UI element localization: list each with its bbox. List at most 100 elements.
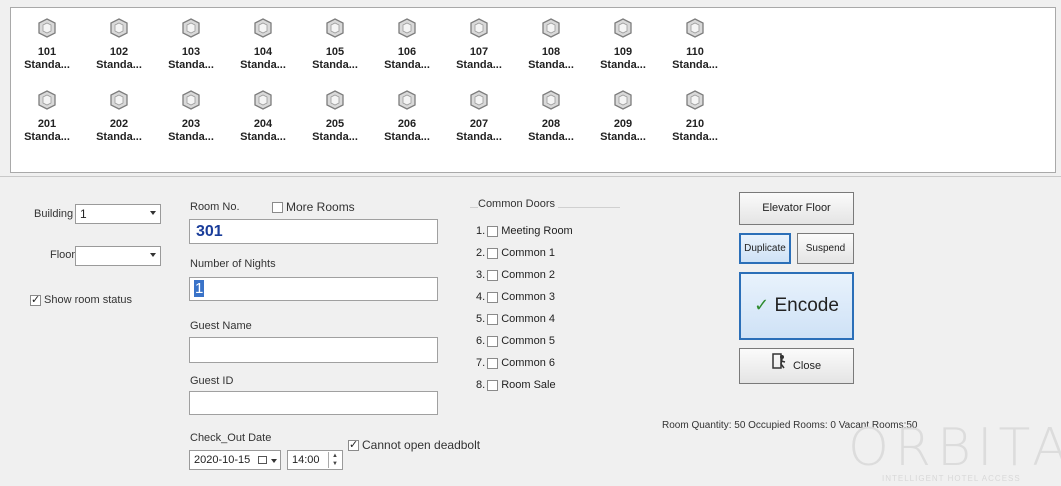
more-rooms-label: More Rooms — [286, 200, 355, 214]
guest-id-input[interactable] — [189, 391, 438, 415]
checkout-time-spinner[interactable]: 14:00 ▲ ▼ — [287, 450, 343, 470]
room-type: Standa... — [672, 59, 718, 71]
encode-label: Encode — [774, 295, 839, 316]
room-number: 205 — [325, 118, 345, 130]
room-no-value: 301 — [196, 223, 223, 240]
room-tile[interactable]: 104 Standa... — [227, 6, 299, 78]
common-door-checkbox[interactable] — [487, 291, 499, 303]
door-icon — [541, 18, 561, 38]
room-tile[interactable]: 210 Standa... — [659, 78, 731, 150]
building-select[interactable]: 1 — [75, 204, 161, 224]
common-door-index: 2. — [476, 247, 486, 259]
common-door-checkbox[interactable] — [487, 225, 499, 237]
room-tile[interactable]: 102 Standa... — [83, 6, 155, 78]
close-button[interactable]: Close — [739, 348, 854, 384]
common-door-index: 1. — [476, 225, 486, 237]
door-icon — [37, 90, 57, 110]
nights-value: 1 — [194, 280, 205, 297]
checkout-date-picker[interactable]: 2020-10-15 — [189, 450, 281, 470]
door-icon — [685, 18, 705, 38]
more-rooms-option[interactable]: More Rooms — [272, 200, 355, 214]
room-tile[interactable]: 206 Standa... — [371, 78, 443, 150]
room-tile[interactable]: 105 Standa... — [299, 6, 371, 78]
door-icon — [325, 90, 345, 110]
show-status-checkbox[interactable] — [30, 293, 41, 306]
room-tile[interactable]: 106 Standa... — [371, 6, 443, 78]
encode-button[interactable]: ✓ Encode — [739, 272, 854, 340]
room-number: 101 — [37, 46, 57, 58]
common-door-option[interactable]: 7. Common 6 — [476, 357, 555, 369]
room-no-input[interactable]: 301 — [189, 219, 438, 244]
suspend-button[interactable]: Suspend — [797, 233, 854, 264]
checkout-time-value: 14:00 — [292, 454, 320, 466]
chevron-down-icon — [271, 459, 277, 463]
room-type: Standa... — [312, 131, 358, 143]
room-type: Standa... — [96, 59, 142, 71]
exit-door-icon — [772, 349, 786, 383]
floor-select[interactable] — [75, 246, 161, 266]
room-tile[interactable]: 110 Standa... — [659, 6, 731, 78]
room-tile[interactable]: 103 Standa... — [155, 6, 227, 78]
guest-name-label: Guest Name — [190, 320, 252, 332]
room-number: 110 — [686, 46, 704, 58]
spinner-arrows-icon[interactable]: ▲ ▼ — [328, 452, 341, 468]
room-tile[interactable]: 203 Standa... — [155, 78, 227, 150]
common-door-option[interactable]: 4. Common 3 — [476, 291, 555, 303]
room-number: 104 — [253, 46, 273, 58]
common-door-label: Common 5 — [501, 335, 555, 347]
common-door-option[interactable]: 6. Common 5 — [476, 335, 555, 347]
room-tile[interactable]: 201 Standa... — [11, 78, 83, 150]
room-tile[interactable]: 108 Standa... — [515, 6, 587, 78]
common-door-label: Meeting Room — [501, 225, 573, 237]
common-door-label: Room Sale — [501, 379, 556, 391]
room-grid: 101 Standa... 102 Standa... 103 Standa... 104 S… — [10, 7, 1056, 173]
door-icon — [37, 18, 57, 38]
elevator-floor-button[interactable]: Elevator Floor — [739, 192, 854, 225]
room-type: Standa... — [240, 59, 286, 71]
guest-name-input[interactable] — [189, 337, 438, 363]
common-door-checkbox[interactable] — [487, 313, 499, 325]
common-door-checkbox[interactable] — [487, 269, 499, 281]
common-door-option[interactable]: 2. Common 1 — [476, 247, 555, 259]
duplicate-button[interactable]: Duplicate — [739, 233, 791, 264]
elevator-floor-label: Elevator Floor — [762, 202, 831, 214]
door-icon — [109, 90, 129, 110]
more-rooms-checkbox[interactable] — [272, 202, 283, 214]
common-door-checkbox[interactable] — [487, 357, 499, 369]
common-door-index: 4. — [476, 291, 486, 303]
room-type: Standa... — [240, 131, 286, 143]
common-door-label: Common 4 — [501, 313, 555, 325]
room-number: 108 — [541, 46, 561, 58]
room-number: 204 — [253, 118, 273, 130]
room-tile[interactable]: 205 Standa... — [299, 78, 371, 150]
room-type: Standa... — [96, 131, 142, 143]
common-door-checkbox[interactable] — [487, 247, 499, 259]
common-door-label: Common 3 — [501, 291, 555, 303]
nights-input[interactable]: 1 — [189, 277, 438, 301]
common-door-option[interactable]: 8. Room Sale — [476, 379, 556, 391]
common-door-checkbox[interactable] — [487, 335, 499, 347]
common-door-index: 5. — [476, 313, 486, 325]
room-tile[interactable]: 202 Standa... — [83, 78, 155, 150]
door-icon — [181, 18, 201, 38]
common-door-option[interactable]: 3. Common 2 — [476, 269, 555, 281]
room-type: Standa... — [384, 59, 430, 71]
room-tile[interactable]: 207 Standa... — [443, 78, 515, 150]
room-tile[interactable]: 204 Standa... — [227, 78, 299, 150]
door-icon — [397, 18, 417, 38]
common-door-checkbox[interactable] — [487, 379, 499, 391]
common-door-option[interactable]: 1. Meeting Room — [476, 225, 573, 237]
room-type: Standa... — [168, 131, 214, 143]
show-status-option[interactable]: Show room status — [30, 293, 132, 306]
room-number: 109 — [613, 46, 633, 58]
room-tile[interactable]: 101 Standa... — [11, 6, 83, 78]
room-no-label: Room No. — [190, 201, 240, 213]
deadbolt-checkbox[interactable] — [348, 438, 359, 452]
common-door-option[interactable]: 5. Common 4 — [476, 313, 555, 325]
room-tile[interactable]: 209 Standa... — [587, 78, 659, 150]
room-tile[interactable]: 109 Standa... — [587, 6, 659, 78]
room-tile[interactable]: 208 Standa... — [515, 78, 587, 150]
guest-id-label: Guest ID — [190, 375, 234, 387]
deadbolt-option[interactable]: Cannot open deadbolt — [348, 438, 480, 452]
room-tile[interactable]: 107 Standa... — [443, 6, 515, 78]
